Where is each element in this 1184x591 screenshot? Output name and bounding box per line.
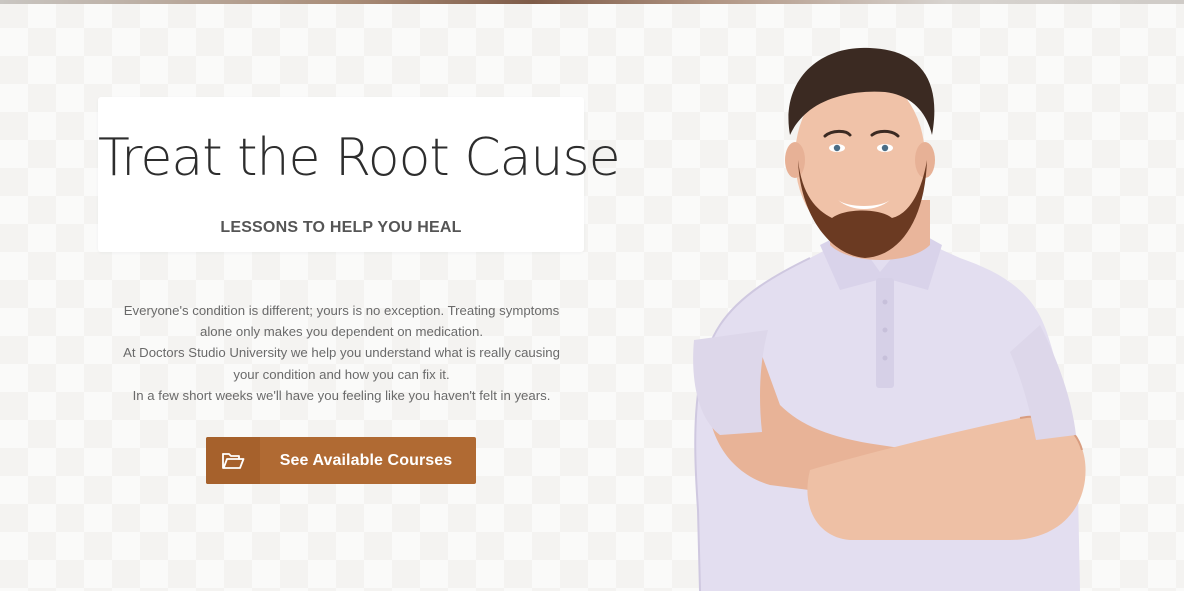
page-subtitle: LESSONS TO HELP YOU HEAL — [220, 219, 462, 236]
page-title: Treat the Root Cause — [98, 128, 621, 188]
description-line: alone only makes you dependent on medica… — [200, 324, 483, 340]
hero-description: Everyone's condition is different; yours… — [100, 300, 583, 406]
top-banner-image-edge — [0, 0, 1184, 4]
cta-label: See Available Courses — [279, 451, 453, 469]
folder-open-icon — [222, 452, 245, 469]
description-line: your condition and how you can fix it. — [233, 366, 450, 382]
description-line: In a few short weeks we'll have you feel… — [132, 387, 551, 403]
description-line: At Doctors Studio University we help you… — [123, 345, 560, 361]
description-line: Everyone's condition is different; yours… — [123, 303, 560, 318]
see-available-courses-button[interactable]: See Available Courses — [206, 437, 476, 484]
cta-icon-box — [206, 437, 260, 484]
hero-title-card: Treat the Root Cause LESSONS TO HELP YOU… — [98, 97, 621, 252]
hero-man-photo — [693, 47, 1086, 591]
